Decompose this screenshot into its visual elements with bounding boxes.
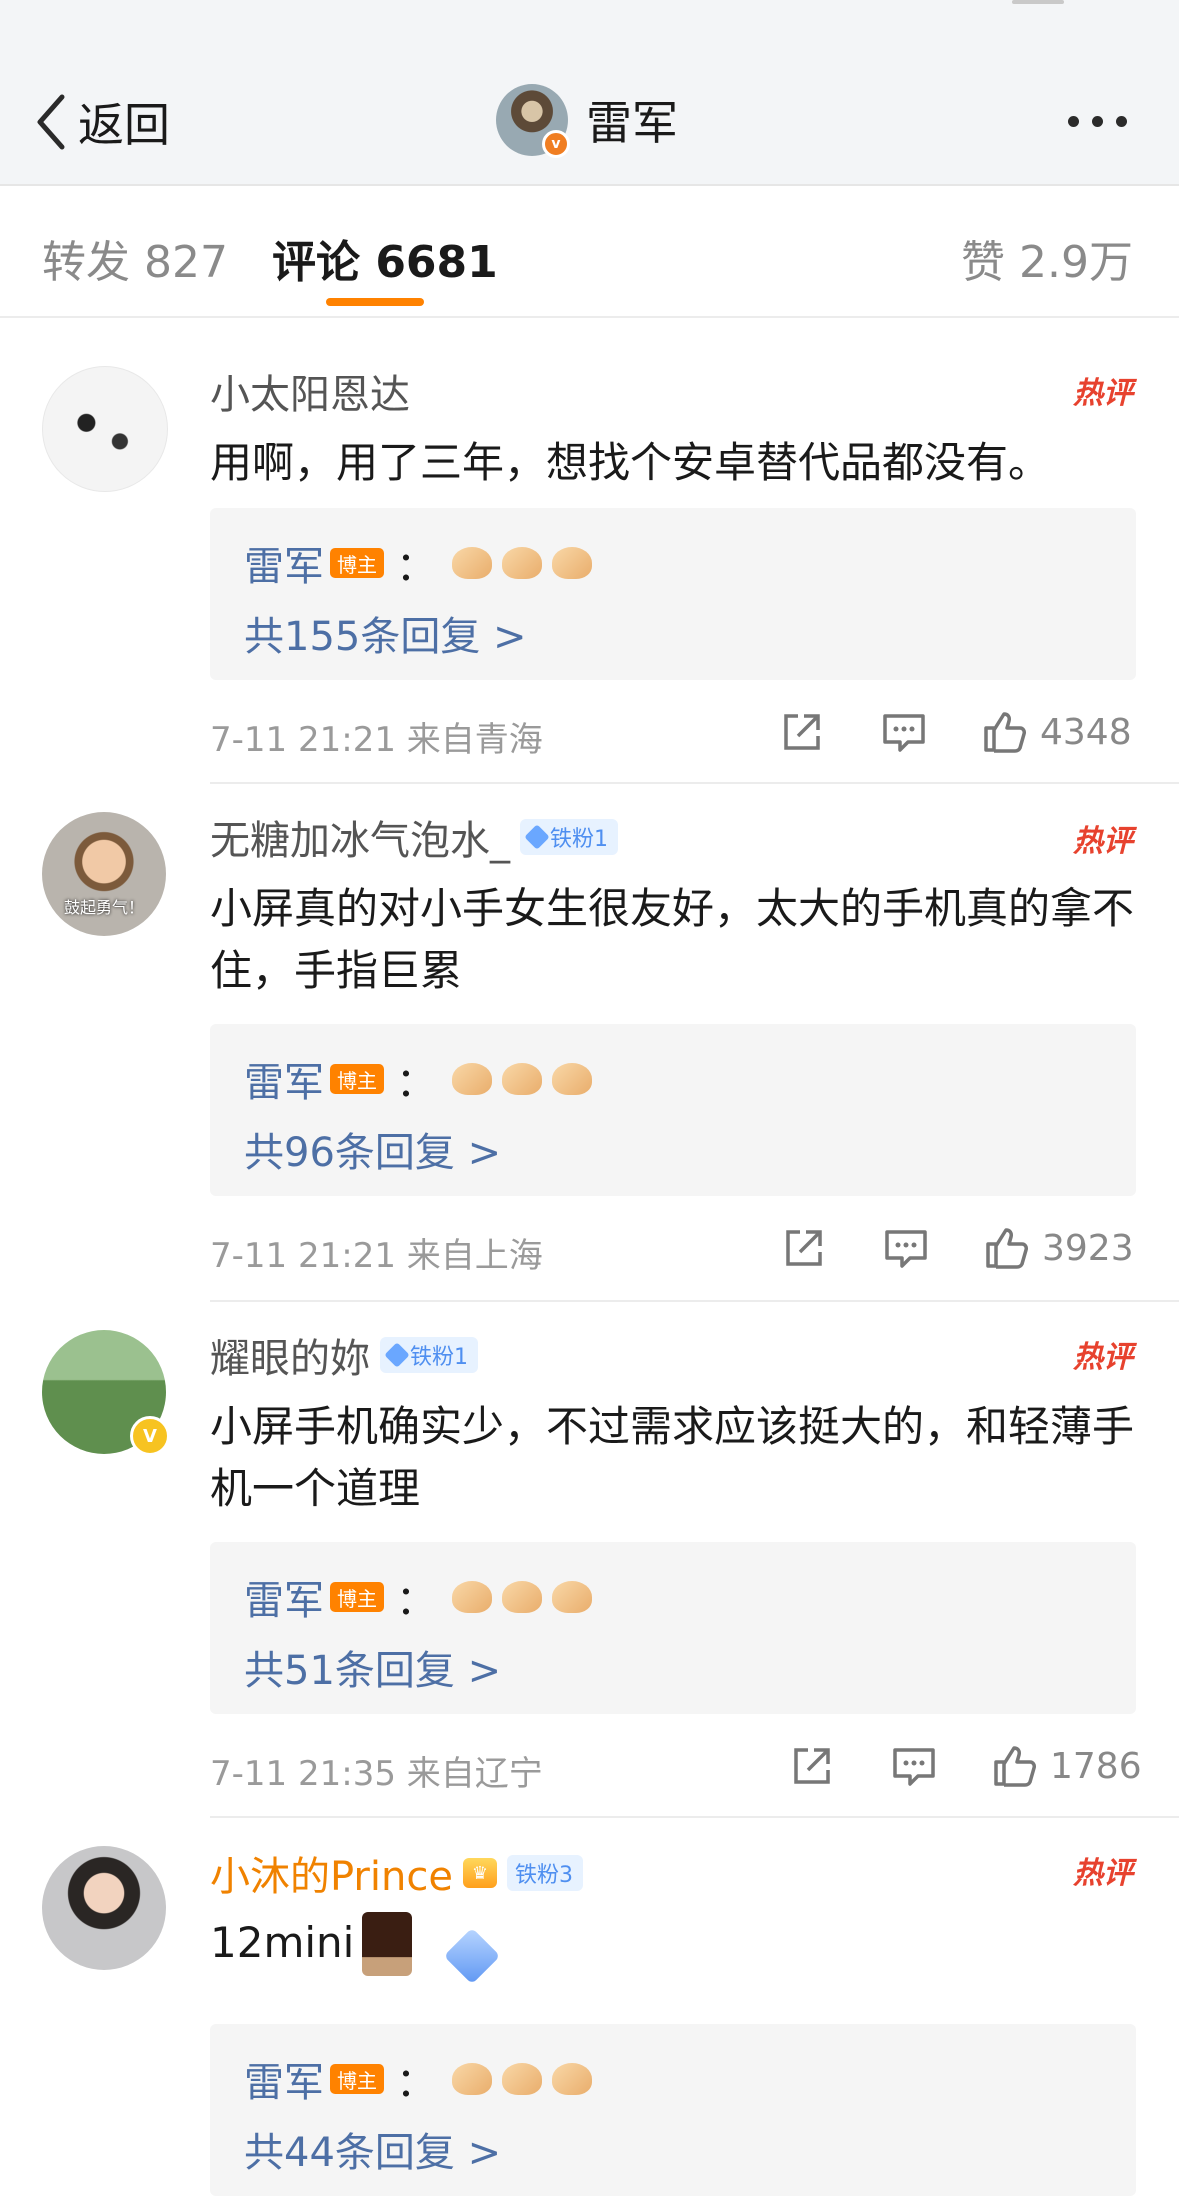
comment-item: 小沐的Prince ♛ 铁粉3 热评 12mini 雷军 博主 ： 共44条回复… <box>0 1818 1179 2207</box>
comment-text: 12mini <box>210 1918 355 1967</box>
tab-repost[interactable]: 转发 827 <box>42 226 228 290</box>
timestamp-location: 7-11 21:21 来自青海 <box>210 720 543 760</box>
tab-likes[interactable]: 赞 2.9万 <box>961 226 1133 290</box>
blogger-badge: 博主 <box>330 1582 384 1612</box>
thumbs-up-icon <box>984 712 1026 753</box>
fan-level-badge: 铁粉3 <box>506 1855 583 1891</box>
comment-footer: 7-11 21:21 来自青海 4348 <box>210 708 1136 761</box>
username[interactable]: 无糖加冰气泡水_ <box>210 808 510 866</box>
comment-text: 小屏手机确实少，不过需求应该挺大的，和轻薄手机一个道理 <box>210 1402 1135 1513</box>
reply-author[interactable]: 雷军 <box>244 1568 324 1626</box>
comment-item: 小太阳恩达 热评 用啊，用了三年，想找个安卓替代品都没有。 雷军 博主 ： 共1… <box>0 316 1179 786</box>
top-nav-bar: 返回 v 雷军 <box>0 0 1179 186</box>
folded-hands-emoji <box>452 1063 592 1095</box>
crown-icon: ♛ <box>462 1858 497 1888</box>
like-button[interactable]: 3923 <box>982 1224 1134 1272</box>
hot-comment-badge: 热评 <box>1073 1856 1133 1891</box>
reply-author[interactable]: 雷军 <box>244 2050 324 2108</box>
reply-author[interactable]: 雷军 <box>244 1050 324 1108</box>
iced-drink-sticker <box>362 1912 413 1976</box>
comment-item: V 耀眼的妳 铁粉1 热评 小屏手机确实少，不过需求应该挺大的，和轻薄手机一个道… <box>0 1302 1179 1818</box>
comment-icon[interactable] <box>890 1742 938 1790</box>
hot-comment-badge: 热评 <box>1073 1340 1133 1375</box>
folded-hands-emoji <box>452 547 592 579</box>
reply-colon: ： <box>396 544 436 590</box>
back-label: 返回 <box>78 98 170 152</box>
blogger-badge: 博主 <box>330 548 384 578</box>
reply-colon: ： <box>396 2060 436 2106</box>
comment-text: 用啊，用了三年，想找个安卓替代品都没有。 <box>210 438 1051 487</box>
divider <box>210 782 1179 784</box>
status-indicator <box>1012 0 1064 4</box>
share-icon[interactable] <box>778 708 826 756</box>
fan-level-label: 铁粉1 <box>550 827 608 852</box>
view-replies-link[interactable]: 共96条回复 > <box>244 1120 501 1178</box>
fan-level-badge: 铁粉1 <box>520 819 618 855</box>
share-icon[interactable] <box>780 1224 828 1272</box>
avatar[interactable] <box>42 1846 166 1970</box>
folded-hands-emoji <box>452 1581 592 1613</box>
active-tab-indicator <box>326 298 424 306</box>
diamond-sticker <box>444 1927 501 1985</box>
avatar[interactable]: 鼓起勇气！ <box>42 812 166 936</box>
comment-text: 小屏真的对小手女生很友好，太大的手机真的拿不住，手指巨累 <box>210 884 1135 995</box>
comment-footer: 7-11 21:35 来自辽宁 1786 <box>210 1742 1142 1795</box>
blogger-badge: 博主 <box>330 2064 384 2094</box>
timestamp-location: 7-11 21:35 来自辽宁 <box>210 1754 543 1794</box>
view-replies-link[interactable]: 共155条回复 > <box>244 604 527 662</box>
avatar: v <box>496 84 570 158</box>
folded-hands-emoji <box>452 2063 592 2095</box>
tab-comments[interactable]: 评论 6681 <box>272 226 498 290</box>
reply-preview[interactable]: 雷军 博主 ： 共51条回复 > <box>210 1542 1136 1714</box>
verified-icon: v <box>542 130 570 158</box>
comment-icon[interactable] <box>880 708 928 756</box>
avatar-caption: 鼓起勇气！ <box>63 898 144 917</box>
thumbs-up-icon <box>994 1746 1036 1787</box>
verified-icon: V <box>130 1416 170 1456</box>
view-replies-link[interactable]: 共44条回复 > <box>244 2120 501 2178</box>
back-button[interactable]: 返回 <box>34 90 170 154</box>
comment-footer: 7-11 21:21 来自上海 3923 <box>210 1224 1136 1277</box>
timestamp-location: 7-11 21:21 来自上海 <box>210 1236 543 1276</box>
reply-preview[interactable]: 雷军 博主 ： 共155条回复 > <box>210 508 1136 680</box>
diamond-icon <box>524 824 550 850</box>
like-count: 3923 <box>1042 1227 1134 1269</box>
view-replies-link[interactable]: 共51条回复 > <box>244 1638 501 1696</box>
chevron-left-icon <box>37 94 65 150</box>
more-options-icon[interactable] <box>1068 116 1127 127</box>
username[interactable]: 耀眼的妳 <box>210 1326 370 1384</box>
like-button[interactable]: 4348 <box>980 708 1132 756</box>
reply-preview[interactable]: 雷军 博主 ： 共44条回复 > <box>210 2024 1136 2196</box>
thumbs-up-icon <box>986 1228 1028 1269</box>
blogger-badge: 博主 <box>330 1064 384 1094</box>
username[interactable]: 小沐的Prince <box>210 1844 453 1902</box>
share-icon[interactable] <box>788 1742 836 1790</box>
title-text: 雷军 <box>586 96 678 150</box>
reply-author[interactable]: 雷军 <box>244 534 324 592</box>
fan-level-label: 铁粉3 <box>514 1863 573 1888</box>
avatar[interactable] <box>42 366 168 492</box>
comment-icon[interactable] <box>882 1224 930 1272</box>
like-button[interactable]: 1786 <box>990 1742 1142 1790</box>
username[interactable]: 小太阳恩达 <box>210 362 410 420</box>
comment-item: 鼓起勇气！ 无糖加冰气泡水_ 铁粉1 热评 小屏真的对小手女生很友好，太大的手机… <box>0 786 1179 1302</box>
reply-colon: ： <box>396 1578 436 1624</box>
page-title[interactable]: v 雷军 <box>496 84 678 158</box>
reply-colon: ： <box>396 1060 436 1106</box>
comment-body: 12mini <box>210 1912 1140 1985</box>
like-count: 4348 <box>1040 711 1132 753</box>
hot-comment-badge: 热评 <box>1073 824 1133 859</box>
like-count: 1786 <box>1050 1745 1142 1787</box>
fan-level-label: 铁粉1 <box>410 1345 468 1370</box>
reply-preview[interactable]: 雷军 博主 ： 共96条回复 > <box>210 1024 1136 1196</box>
hot-comment-badge: 热评 <box>1073 376 1133 411</box>
tab-bar: 转发 827 评论 6681 赞 2.9万 <box>0 186 1179 318</box>
diamond-icon <box>384 1342 410 1368</box>
fan-level-badge: 铁粉1 <box>380 1337 478 1373</box>
